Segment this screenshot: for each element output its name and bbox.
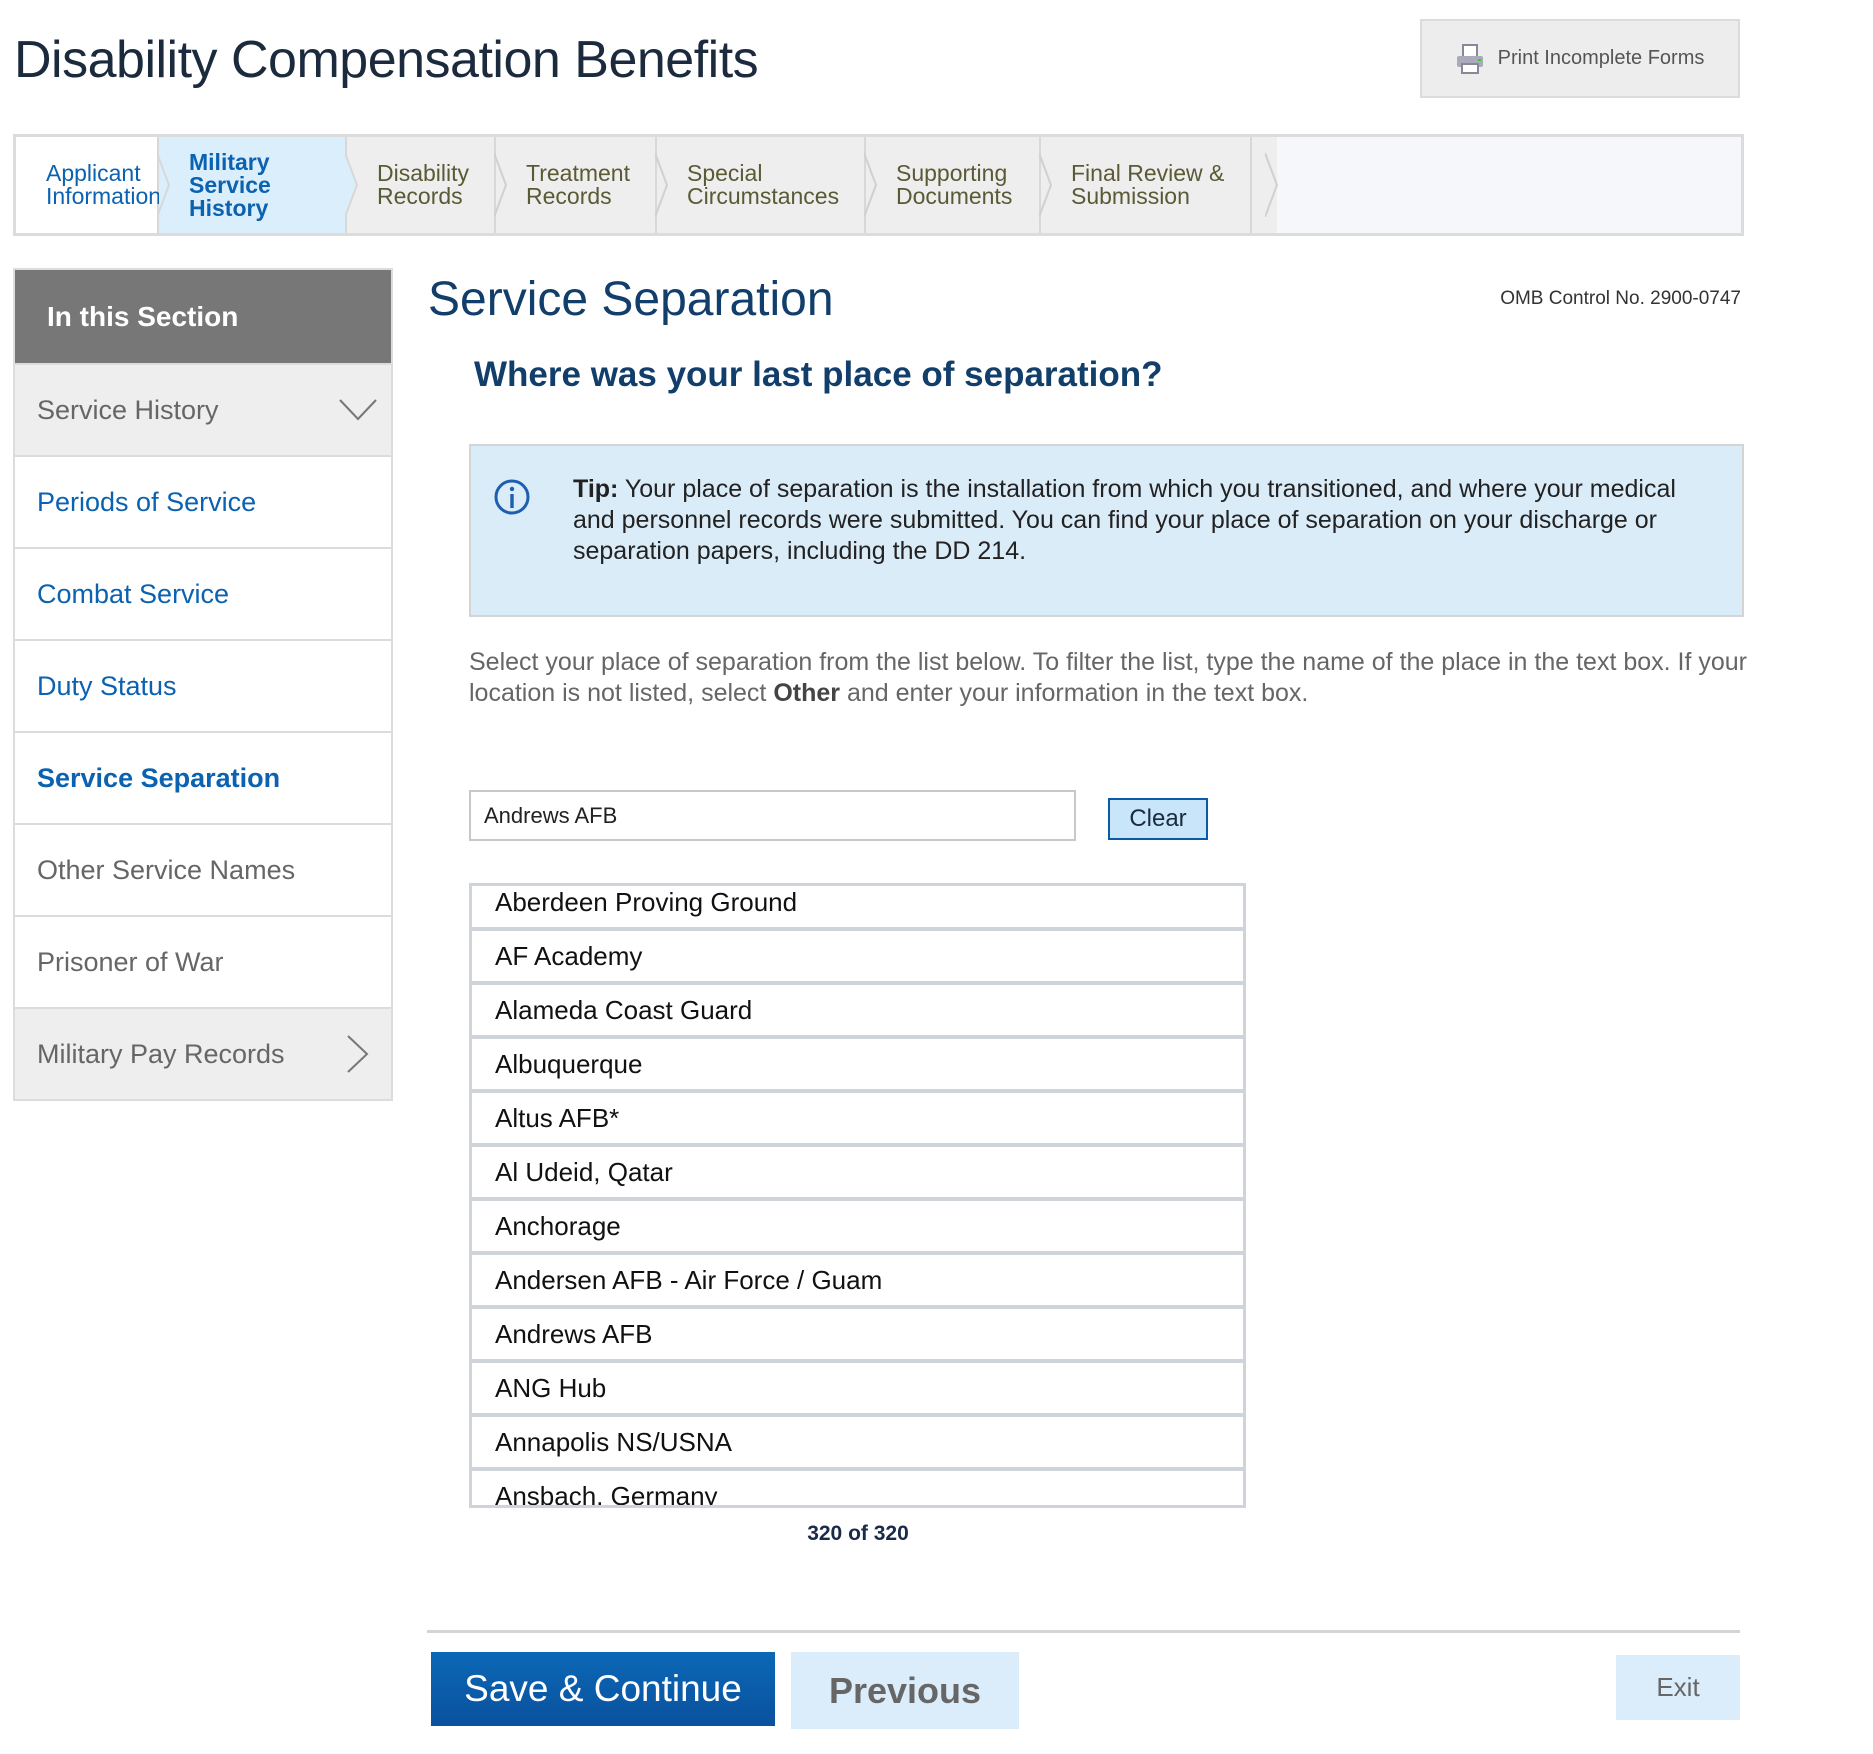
sidebar-item-prisoner-of-war[interactable]: Prisoner of War	[15, 915, 391, 1007]
tab-label: Treatment Records	[526, 160, 630, 209]
chevron-separator-icon	[157, 153, 171, 217]
tab-label: Supporting Documents	[896, 160, 1013, 209]
section-sidebar: In this Section Service History Periods …	[13, 268, 393, 1101]
sidebar-item-label: Military Pay Records	[37, 1038, 285, 1069]
sidebar-item-label: Duty Status	[37, 670, 177, 701]
question-heading: Where was your last place of separation?	[474, 355, 1163, 394]
divider	[427, 1630, 1740, 1633]
sidebar-item-label: Service Separation	[37, 762, 281, 793]
list-option[interactable]: Albuquerque	[472, 1039, 1243, 1093]
tab-label: Disability Records	[377, 160, 470, 209]
chevron-separator-icon	[864, 153, 878, 217]
list-option[interactable]: Aberdeen Proving Ground	[472, 886, 1243, 931]
list-option[interactable]: Alameda Coast Guard	[472, 985, 1243, 1039]
previous-button[interactable]: Previous	[791, 1652, 1019, 1729]
sidebar-item-label: Other Service Names	[37, 854, 296, 885]
sidebar-item-label: Periods of Service	[37, 486, 257, 517]
instructions-other: Other	[773, 679, 841, 707]
tab-label: Special Circumstances	[687, 160, 840, 209]
sidebar-item-label: Service History	[37, 394, 219, 425]
tip-body: Your place of separation is the installa…	[573, 475, 1676, 565]
tip-label: Tip:	[573, 475, 619, 503]
list-option[interactable]: Altus AFB*	[472, 1093, 1243, 1147]
chevron-separator-icon	[345, 153, 359, 217]
list-option[interactable]: ANG Hub	[472, 1363, 1243, 1417]
sidebar-item-duty-status[interactable]: Duty Status	[15, 639, 391, 731]
omb-control-number: OMB Control No. 2900-0747	[1500, 288, 1741, 309]
chevron-right-icon	[347, 1035, 369, 1073]
list-option[interactable]: Anchorage	[472, 1201, 1243, 1255]
app-title: Disability Compensation Benefits	[14, 31, 759, 89]
printer-icon	[1456, 43, 1483, 74]
sidebar-item-combat-service[interactable]: Combat Service	[15, 547, 391, 639]
progress-tabs: Applicant Information Military Service H…	[13, 134, 1744, 236]
list-option[interactable]: Ansbach, Germany	[472, 1471, 1243, 1505]
chevron-separator-icon	[655, 153, 669, 217]
tab-label: Applicant Information	[46, 160, 162, 209]
result-count: 320 of 320	[807, 1522, 909, 1545]
chevron-separator-icon	[494, 153, 508, 217]
place-filter-input[interactable]	[469, 790, 1076, 841]
info-icon	[494, 479, 530, 515]
instructions-part: and enter your information in the text b…	[840, 679, 1309, 707]
exit-button[interactable]: Exit	[1616, 1655, 1740, 1720]
tab-label: Military Service History	[189, 148, 271, 221]
chevron-separator-icon	[1039, 153, 1053, 217]
print-label: Print Incomplete Forms	[1497, 47, 1705, 69]
sidebar-item-periods-of-service[interactable]: Periods of Service	[15, 455, 391, 547]
sidebar-item-service-history[interactable]: Service History	[15, 363, 391, 455]
tab-end	[1252, 137, 1279, 233]
list-option[interactable]: Andersen AFB - Air Force / Guam	[472, 1255, 1243, 1309]
instructions: Select your place of separation from the…	[469, 647, 1769, 709]
sidebar-item-other-service-names[interactable]: Other Service Names	[15, 823, 391, 915]
list-option[interactable]: AF Academy	[472, 931, 1243, 985]
tab-military-service-history[interactable]: Military Service History	[159, 137, 359, 233]
sidebar-item-service-separation[interactable]: Service Separation	[15, 731, 391, 823]
tab-label: Final Review & Submission	[1071, 160, 1225, 209]
clear-button[interactable]: Clear	[1108, 798, 1208, 840]
sidebar-item-label: Combat Service	[37, 578, 230, 609]
chevron-separator-icon	[1265, 153, 1279, 217]
list-option[interactable]: Al Udeid, Qatar	[472, 1147, 1243, 1201]
tab-supporting-documents[interactable]: Supporting Documents	[866, 137, 1053, 233]
list-option[interactable]: Annapolis NS/USNA	[472, 1417, 1243, 1471]
separation-place-list[interactable]: Aberdeen Proving Ground AF Academy Alameda…	[469, 883, 1246, 1508]
sidebar-heading: In this Section	[15, 270, 391, 377]
tip-text: Tip: Your place of separation is the ins…	[573, 474, 1703, 567]
tab-final-review-submission[interactable]: Final Review & Submission	[1041, 137, 1252, 233]
tab-special-circumstances[interactable]: Special Circumstances	[657, 137, 878, 233]
list-option[interactable]: Andrews AFB	[472, 1309, 1243, 1363]
sidebar-heading-text: In this Section	[47, 300, 239, 332]
chevron-down-icon	[339, 399, 377, 421]
tab-applicant-information[interactable]: Applicant Information	[16, 137, 171, 233]
tab-disability-records[interactable]: Disability Records	[347, 137, 508, 233]
save-continue-button[interactable]: Save & Continue	[431, 1652, 775, 1726]
sidebar-item-label: Prisoner of War	[37, 946, 224, 977]
section-title: Service Separation	[428, 273, 834, 326]
sidebar-item-military-pay-records[interactable]: Military Pay Records	[15, 1007, 391, 1099]
tip-box: Tip: Your place of separation is the ins…	[469, 444, 1744, 617]
tab-treatment-records[interactable]: Treatment Records	[496, 137, 669, 233]
print-incomplete-forms-button[interactable]: Print Incomplete Forms	[1420, 19, 1740, 98]
